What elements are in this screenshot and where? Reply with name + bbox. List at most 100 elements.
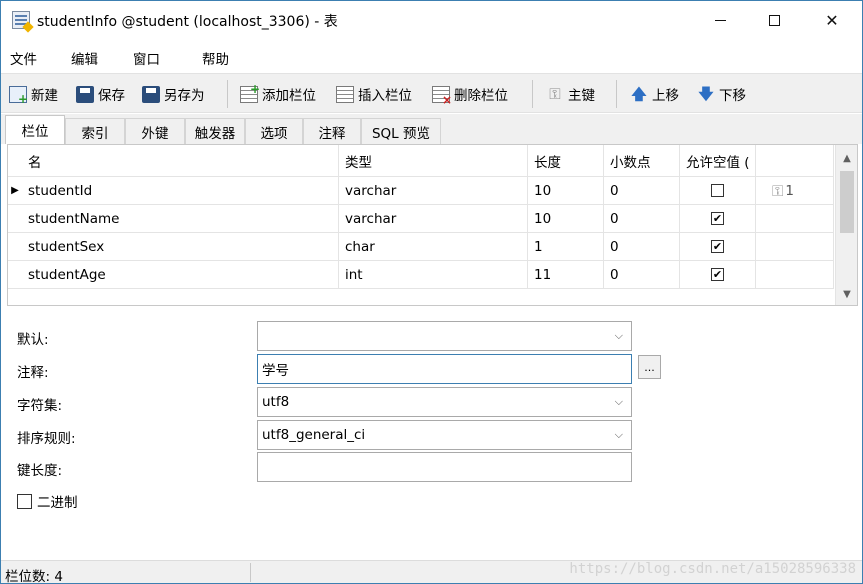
menu-window[interactable]: 窗口: [133, 48, 160, 68]
cell-type[interactable]: varchar: [339, 205, 528, 232]
table-row[interactable]: studentName varchar 10 0 ✔: [8, 205, 834, 233]
minimize-icon: [714, 19, 726, 21]
default-label: 默认:: [17, 332, 49, 348]
cell-decimals[interactable]: 0: [604, 261, 680, 288]
binary-checkbox-row[interactable]: 二进制: [17, 491, 78, 511]
nullable-checkbox[interactable]: ✔: [711, 240, 724, 253]
new-button[interactable]: 新建: [9, 83, 58, 106]
grid-vertical-scrollbar[interactable]: ▲ ▼: [835, 145, 857, 305]
cell-length[interactable]: 1: [528, 233, 604, 260]
cell-decimals[interactable]: 0: [604, 205, 680, 232]
save-as-button-label: 另存为: [164, 88, 205, 104]
save-as-button[interactable]: 另存为: [142, 83, 205, 105]
comment-ellipsis-button[interactable]: ...: [638, 355, 661, 379]
menu-edit[interactable]: 编辑: [71, 48, 98, 68]
comment-label: 注释:: [17, 365, 49, 381]
tab-options[interactable]: 选项: [245, 118, 303, 144]
watermark-text: https://blog.csdn.net/a15028596338: [569, 561, 856, 577]
comment-value: 学号: [262, 363, 289, 379]
move-up-button[interactable]: 🡅 上移: [630, 83, 679, 105]
header-key: [756, 145, 834, 176]
status-separator: [250, 563, 251, 582]
key-order: 1: [785, 182, 795, 199]
arrow-up-icon: 🡅: [631, 84, 647, 103]
insert-field-button[interactable]: 插入栏位: [336, 83, 412, 105]
header-name: 名: [22, 145, 339, 176]
comment-input[interactable]: 学号: [257, 354, 632, 384]
default-select[interactable]: ⌵: [257, 321, 632, 351]
cell-length[interactable]: 10: [528, 177, 604, 204]
binary-checkbox[interactable]: [17, 493, 32, 509]
cell-name[interactable]: studentName: [22, 205, 339, 232]
chevron-down-icon: ⌵: [614, 329, 623, 342]
delete-field-button-label: 删除栏位: [454, 88, 508, 104]
scroll-down-icon[interactable]: ▼: [836, 285, 858, 303]
key-length-label: 键长度:: [17, 463, 63, 479]
menu-file[interactable]: 文件: [10, 48, 37, 68]
cell-name[interactable]: studentId: [22, 177, 339, 204]
table-row[interactable]: ▶ studentId varchar 10 0 ⚿ 1: [8, 177, 834, 205]
binary-label: 二进制: [37, 495, 78, 511]
collation-label: 排序规则:: [17, 431, 76, 447]
add-field-icon: [240, 82, 260, 103]
header-length: 长度: [528, 145, 604, 176]
cell-type[interactable]: int: [339, 261, 528, 288]
nullable-checkbox[interactable]: ✔: [711, 268, 724, 281]
tab-triggers[interactable]: 触发器: [185, 118, 245, 144]
insert-field-icon: [336, 85, 354, 103]
chevron-down-icon: ⌵: [614, 428, 623, 441]
delete-field-button[interactable]: 删除栏位: [432, 83, 508, 107]
primary-key-button[interactable]: ⚿ 主键: [546, 83, 595, 105]
charset-value: utf8: [262, 394, 290, 410]
scroll-thumb[interactable]: [840, 171, 854, 233]
tab-fields[interactable]: 栏位: [5, 115, 65, 144]
table-row[interactable]: studentAge int 11 0 ✔: [8, 261, 834, 289]
collation-value: utf8_general_ci: [262, 427, 366, 443]
minimize-button[interactable]: [697, 1, 743, 39]
menu-help[interactable]: 帮助: [202, 48, 229, 68]
maximize-button[interactable]: [751, 1, 797, 39]
charset-select[interactable]: utf8 ⌵: [257, 387, 632, 417]
arrow-down-icon: 🡇: [698, 84, 714, 103]
new-button-label: 新建: [31, 88, 58, 104]
nullable-checkbox[interactable]: [711, 184, 724, 197]
save-button[interactable]: 保存: [76, 83, 125, 105]
row-marker: [8, 261, 22, 288]
toolbar-separator: [532, 80, 533, 108]
scroll-up-icon[interactable]: ▲: [836, 149, 858, 167]
cell-name[interactable]: studentSex: [22, 233, 339, 260]
collation-select[interactable]: utf8_general_ci ⌵: [257, 420, 632, 450]
cell-name[interactable]: studentAge: [22, 261, 339, 288]
chevron-down-icon: ⌵: [614, 395, 623, 408]
status-bar: 栏位数: 4 https://blog.csdn.net/a1502859633…: [1, 560, 862, 583]
cell-nullable: ✔: [680, 261, 756, 288]
cell-key: [756, 261, 834, 288]
toolbar: 新建 保存 另存为 添加栏位 插入栏位 删除栏位 ⚿ 主键 🡅: [1, 73, 862, 113]
field-count-status: 栏位数: 4: [5, 569, 63, 584]
close-button[interactable]: ✕: [809, 1, 855, 39]
cell-decimals[interactable]: 0: [604, 177, 680, 204]
cell-type[interactable]: char: [339, 233, 528, 260]
cell-type[interactable]: varchar: [339, 177, 528, 204]
primary-key-button-label: 主键: [568, 88, 595, 104]
move-down-button[interactable]: 🡇 下移: [697, 83, 746, 105]
nullable-checkbox[interactable]: ✔: [711, 212, 724, 225]
key-length-input[interactable]: [257, 452, 632, 482]
tab-foreign-keys[interactable]: 外键: [125, 118, 185, 144]
row-marker: [8, 233, 22, 260]
tab-sql-preview[interactable]: SQL 预览: [361, 118, 441, 144]
charset-label: 字符集:: [17, 398, 63, 414]
cell-length[interactable]: 10: [528, 205, 604, 232]
tab-indexes[interactable]: 索引: [65, 118, 125, 144]
row-marker: [8, 205, 22, 232]
tab-comment[interactable]: 注释: [303, 118, 361, 144]
add-field-button[interactable]: 添加栏位: [240, 82, 316, 105]
move-up-button-label: 上移: [652, 88, 679, 104]
table-designer-window: studentInfo @student (localhost_3306) - …: [0, 0, 863, 584]
toolbar-separator: [616, 80, 617, 108]
cell-decimals[interactable]: 0: [604, 233, 680, 260]
key-icon: ⚿: [549, 84, 561, 103]
table-row[interactable]: studentSex char 1 0 ✔: [8, 233, 834, 261]
cell-length[interactable]: 11: [528, 261, 604, 288]
menu-bar: 文件 编辑 窗口 帮助: [1, 43, 862, 71]
